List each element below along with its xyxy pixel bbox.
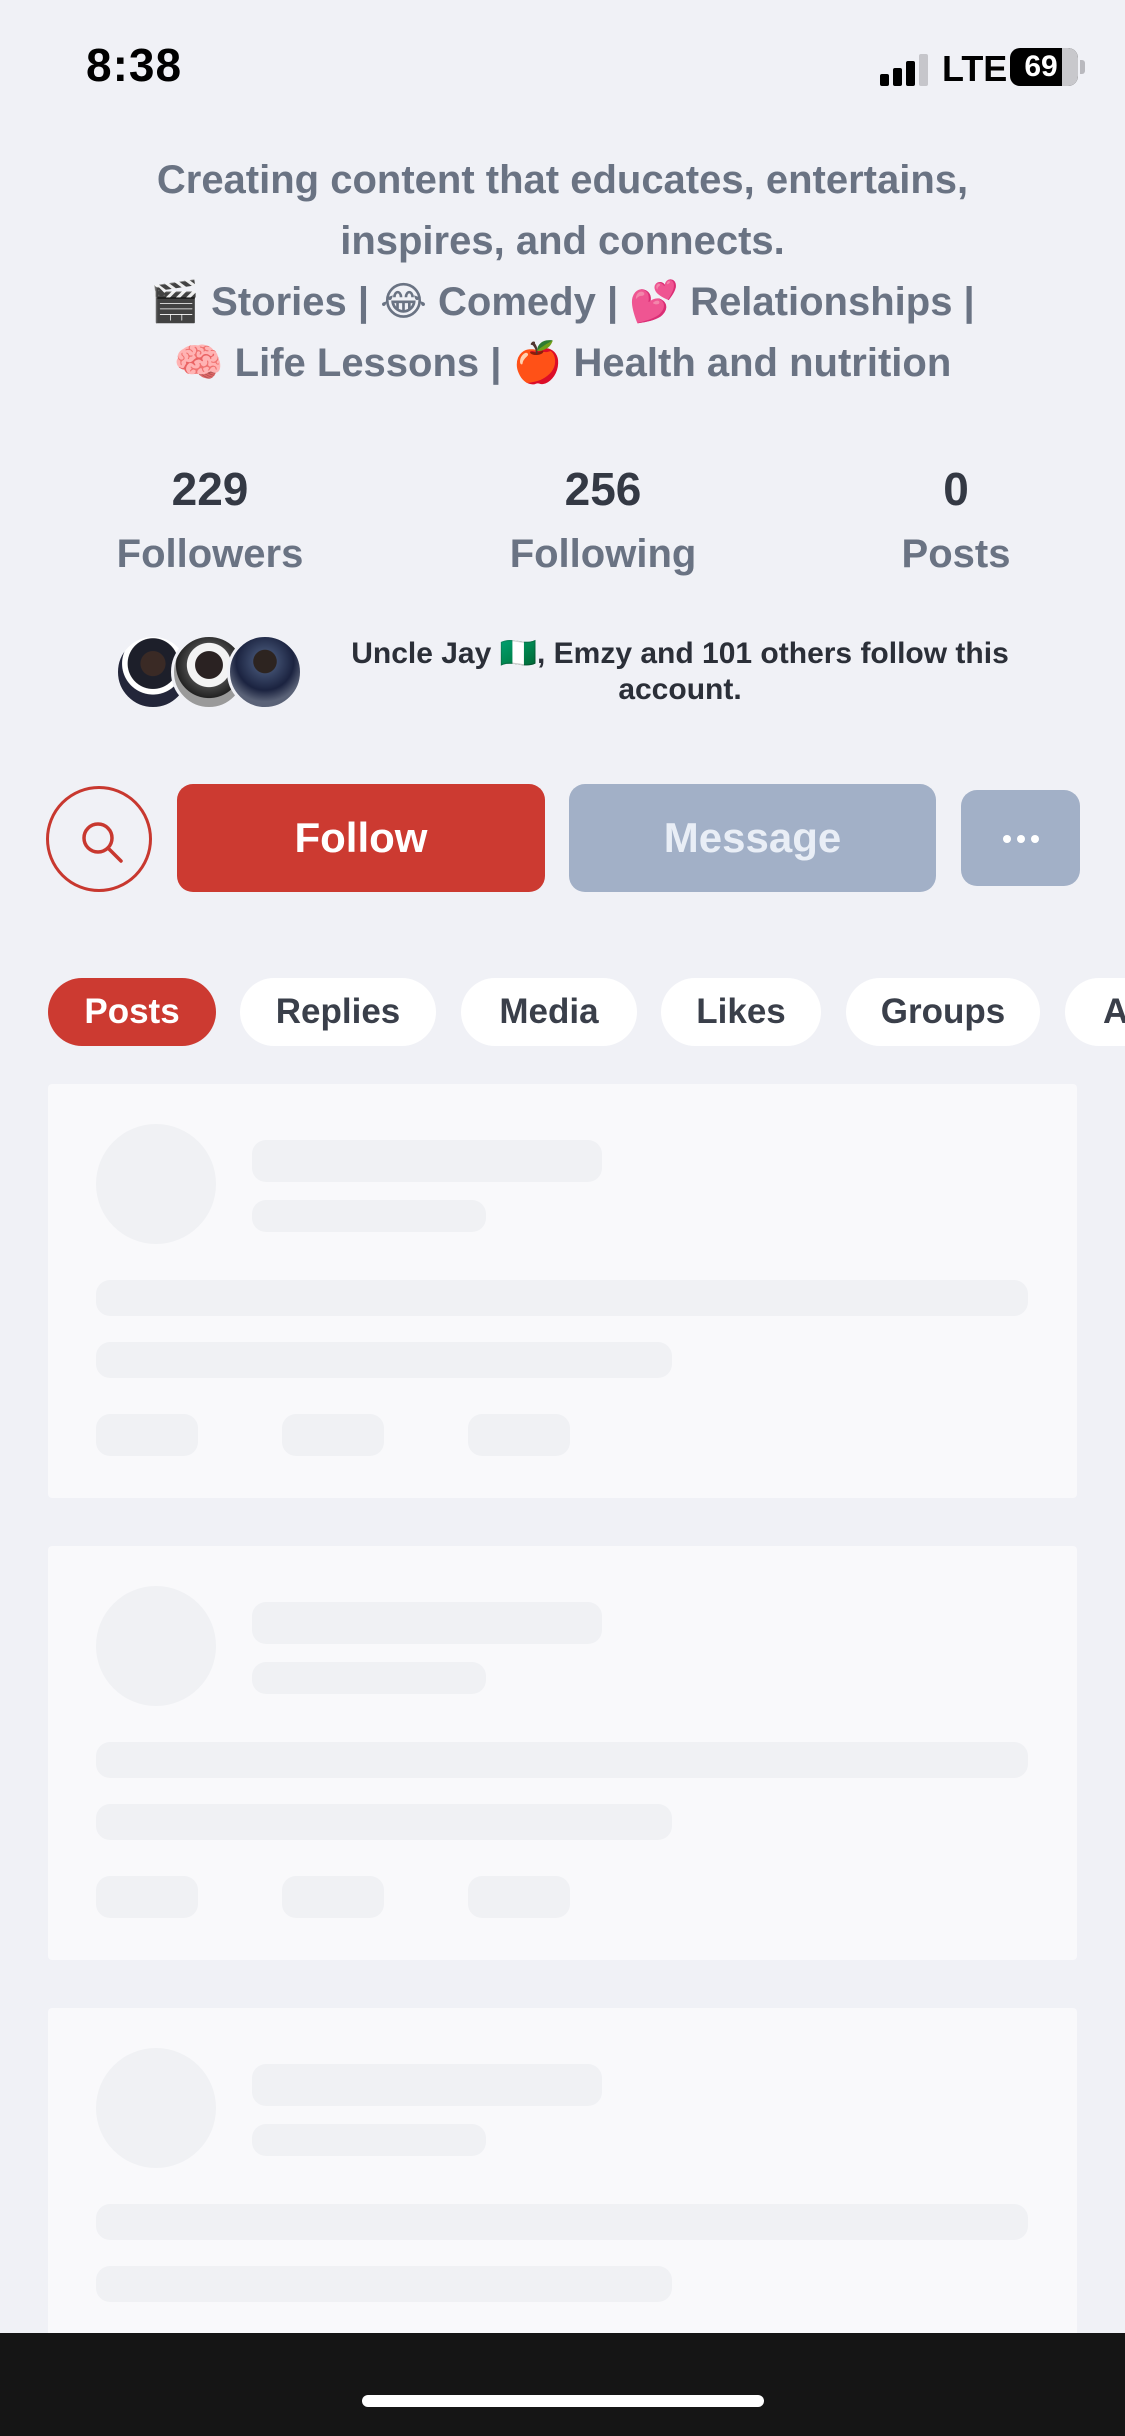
battery-cap xyxy=(1080,60,1085,74)
more-options-button[interactable] xyxy=(961,790,1080,886)
skeleton-line xyxy=(96,1280,1028,1316)
profile-bio: Creating content that educates, entertai… xyxy=(90,150,1035,394)
bio-line: 🧠 Life Lessons | 🍎 Health and nutrition xyxy=(173,341,952,385)
tab-groups[interactable]: Groups xyxy=(846,978,1040,1046)
skeleton-action xyxy=(282,1876,384,1918)
post-skeleton-card xyxy=(48,1084,1077,1498)
home-indicator-area xyxy=(0,2333,1125,2436)
skeleton-line xyxy=(252,1200,486,1232)
skeleton-line xyxy=(252,2064,602,2106)
home-indicator[interactable] xyxy=(362,2395,764,2407)
following-count: 256 xyxy=(564,463,642,515)
skeleton-line xyxy=(252,1602,602,1644)
skeleton-action xyxy=(96,1876,198,1918)
posts-count: 0 xyxy=(943,463,969,515)
status-bar: 8:38 LTE 69 xyxy=(0,0,1125,130)
skeleton-line xyxy=(96,1342,672,1378)
bio-line: inspires, and connects. xyxy=(340,219,785,263)
skeleton-line xyxy=(96,2204,1028,2240)
search-icon xyxy=(82,822,123,863)
skeleton-action xyxy=(468,1876,570,1918)
network-type: LTE xyxy=(942,48,1008,89)
post-skeleton-card xyxy=(48,1546,1077,1960)
tab-posts[interactable]: Posts xyxy=(48,978,216,1046)
followers-count: 229 xyxy=(171,463,249,515)
skeleton-line xyxy=(96,1742,1028,1778)
tab-overflow[interactable]: A xyxy=(1065,978,1125,1046)
tab-replies[interactable]: Replies xyxy=(240,978,436,1046)
stat-following[interactable]: 256 Following xyxy=(483,462,723,577)
tab-media[interactable]: Media xyxy=(461,978,637,1046)
status-time: 8:38 xyxy=(86,39,183,91)
skeleton-action xyxy=(282,1414,384,1456)
skeleton-avatar xyxy=(96,1124,216,1244)
following-label: Following xyxy=(509,532,697,576)
skeleton-avatar xyxy=(96,2048,216,2168)
tab-likes[interactable]: Likes xyxy=(661,978,821,1046)
posts-label: Posts xyxy=(901,532,1011,576)
skeleton-line xyxy=(252,1140,602,1182)
battery-icon: 69 xyxy=(1010,48,1078,86)
skeleton-line xyxy=(252,2124,486,2156)
skeleton-line xyxy=(96,1804,672,1840)
followers-label: Followers xyxy=(116,532,304,576)
skeleton-action xyxy=(468,1414,570,1456)
profile-screen: 8:38 LTE 69 Creating content that educat… xyxy=(0,0,1125,2436)
battery-level: 69 xyxy=(1024,50,1058,83)
mutual-avatars[interactable] xyxy=(115,634,305,712)
mutual-followers-text[interactable]: Uncle Jay 🇳🇬, Emzy and 101 others follow… xyxy=(345,636,1015,708)
stat-followers[interactable]: 229 Followers xyxy=(90,462,330,577)
search-button[interactable] xyxy=(46,786,152,892)
avatar xyxy=(227,634,303,710)
skeleton-line xyxy=(252,1662,486,1694)
signal-icon xyxy=(880,52,930,86)
follow-button[interactable]: Follow xyxy=(177,784,545,892)
bio-line: 🎬 Stories | 😂 Comedy | 💕 Relationships | xyxy=(150,280,975,324)
stat-posts[interactable]: 0 Posts xyxy=(866,462,1046,577)
bio-line: Creating content that educates, entertai… xyxy=(156,158,969,202)
skeleton-line xyxy=(96,2266,672,2302)
message-button[interactable]: Message xyxy=(569,784,936,892)
skeleton-avatar xyxy=(96,1586,216,1706)
profile-tabs: Posts Replies Media Likes Groups A xyxy=(0,978,1125,1046)
skeleton-action xyxy=(96,1414,198,1456)
